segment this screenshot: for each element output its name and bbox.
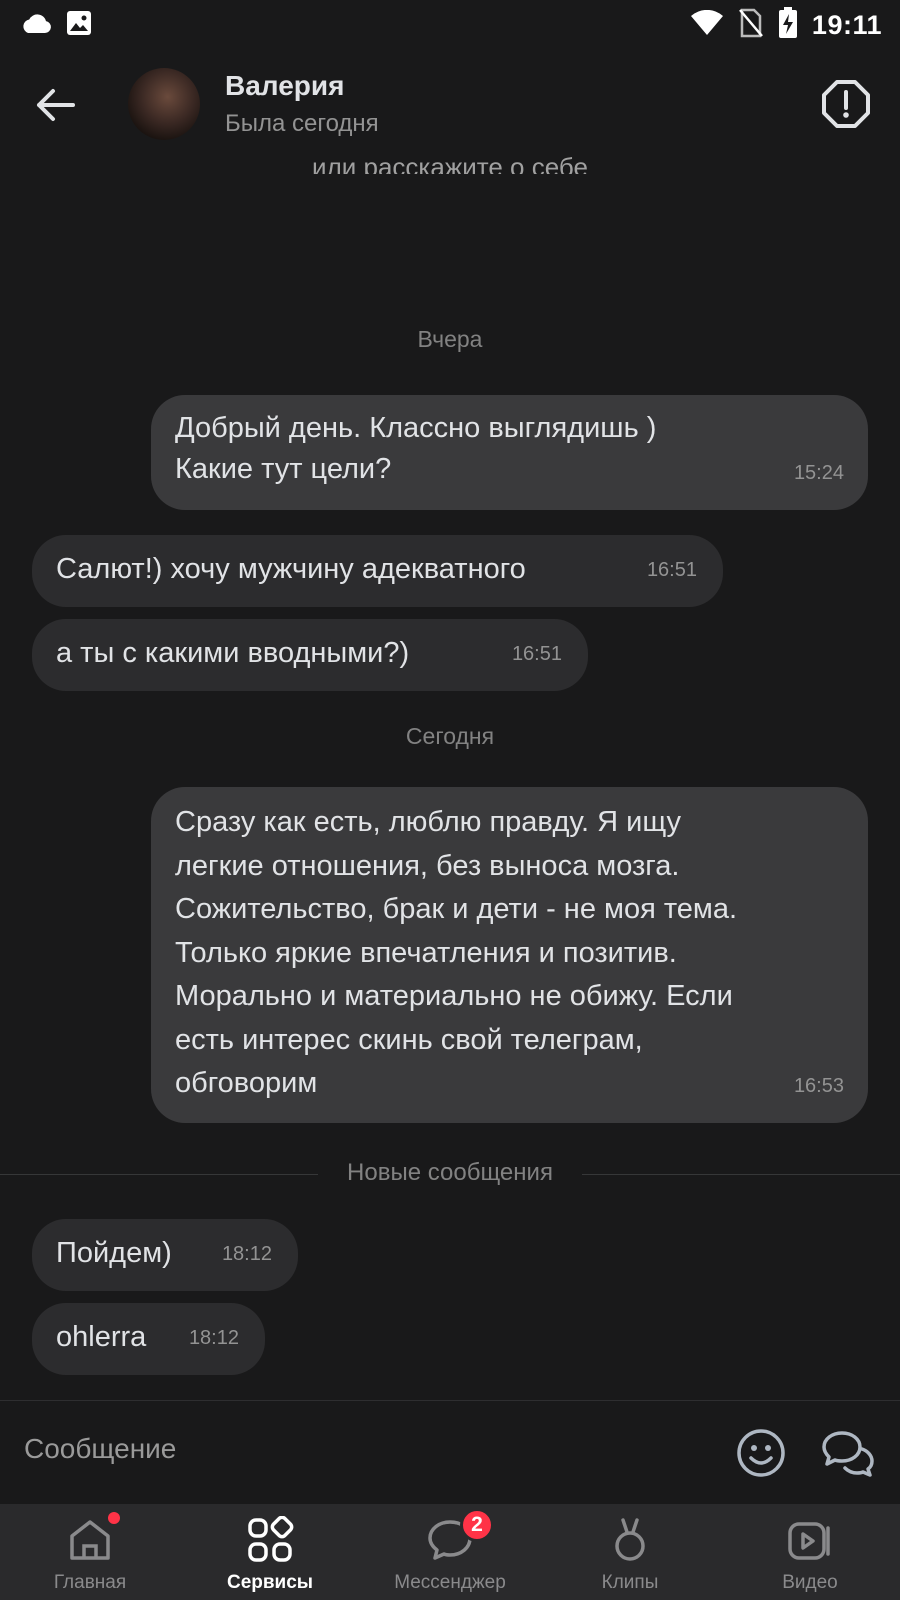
- tab-label: Сервисы: [226, 1572, 314, 1593]
- video-icon: [788, 1522, 830, 1560]
- message-composer: Сообщение: [0, 1400, 900, 1504]
- message-bubble-incoming[interactable]: Пойдем) 18:12: [32, 1219, 298, 1291]
- partial-hint-text: или расскажите о себе: [312, 152, 588, 174]
- message-text: Сразу как есть, люблю правду. Я ищу легк…: [175, 806, 738, 1099]
- status-time: 19:11: [811, 9, 882, 40]
- smile-icon: [737, 1429, 785, 1477]
- message-text: Добрый день. Классно выглядишь ) Какие т…: [175, 412, 657, 485]
- message-text: Пойдем): [56, 1237, 172, 1269]
- avatar[interactable]: [128, 68, 200, 140]
- unread-badge: 2: [460, 1508, 494, 1542]
- contact-info[interactable]: Валерия Была сегодня: [225, 70, 379, 138]
- message-text: Салют!) хочу мужчину адекватного: [56, 553, 526, 585]
- new-messages-label: Новые сообщения: [347, 1159, 553, 1186]
- battery-charging-icon: [778, 6, 798, 44]
- report-button[interactable]: [820, 78, 872, 130]
- notification-dot: [108, 1512, 120, 1524]
- tab-messenger[interactable]: 2 Мессенджер: [360, 1504, 540, 1600]
- contact-status: Была сегодня: [225, 110, 379, 137]
- tab-clips[interactable]: Клипы: [540, 1504, 720, 1600]
- wifi-icon: [690, 9, 724, 41]
- chats-button[interactable]: [820, 1427, 876, 1479]
- cloud-icon: [20, 12, 52, 39]
- message-bubble-outgoing[interactable]: Сразу как есть, люблю правду. Я ищу легк…: [151, 787, 868, 1123]
- no-sim-icon: [738, 8, 764, 43]
- status-bar: 19:11: [0, 0, 900, 50]
- tab-services[interactable]: Сервисы: [180, 1504, 360, 1600]
- arrow-left-icon: [37, 89, 75, 121]
- message-bubble-incoming[interactable]: Салют!) хочу мужчину адекватного 16:51: [32, 535, 723, 607]
- warning-octagon-icon: [822, 80, 870, 128]
- services-icon: [248, 1516, 294, 1562]
- home-icon: [70, 1520, 110, 1560]
- bottom-navigation: Главная Сервисы 2 Мессенджер Клипы Видео: [0, 1504, 900, 1600]
- tab-label: Клипы: [601, 1572, 659, 1593]
- back-button[interactable]: [30, 80, 80, 130]
- message-bubble-incoming[interactable]: ohlerra 18:12: [32, 1303, 265, 1375]
- message-text: а ты с какими вводными?): [56, 637, 410, 669]
- emoji-button[interactable]: [735, 1427, 787, 1479]
- tab-label: Главная: [53, 1572, 127, 1593]
- message-input[interactable]: Сообщение: [24, 1433, 176, 1465]
- date-separator-yesterday: Вчера: [417, 326, 483, 352]
- chat-bubbles-icon: [822, 1431, 874, 1477]
- message-time: 18:12: [221, 1243, 272, 1265]
- tab-label: Видео: [782, 1572, 838, 1593]
- clips-icon: [615, 1518, 645, 1561]
- message-text: ohlerra: [56, 1321, 147, 1353]
- message-time: 16:53: [793, 1075, 844, 1097]
- message-time: 16:51: [646, 559, 697, 581]
- new-messages-separator: Новые сообщения: [0, 1155, 900, 1186]
- chat-screen: 19:11 Валерия Была сегодня или расскажит…: [0, 0, 900, 1600]
- message-time: 15:24: [793, 462, 844, 484]
- tab-home[interactable]: Главная: [0, 1504, 180, 1600]
- contact-name: Валерия: [225, 70, 345, 101]
- tab-label: Мессенджер: [394, 1572, 506, 1593]
- tab-video[interactable]: Видео: [720, 1504, 900, 1600]
- image-icon: [66, 10, 92, 41]
- message-bubble-outgoing[interactable]: Добрый день. Классно выглядишь ) Какие т…: [151, 395, 868, 510]
- message-bubble-incoming[interactable]: а ты с какими вводными?) 16:51: [32, 619, 588, 691]
- date-separator-today: Сегодня: [405, 723, 495, 749]
- message-time: 16:51: [511, 643, 562, 665]
- message-time: 18:12: [188, 1327, 239, 1349]
- chat-header: Валерия Была сегодня: [0, 50, 900, 158]
